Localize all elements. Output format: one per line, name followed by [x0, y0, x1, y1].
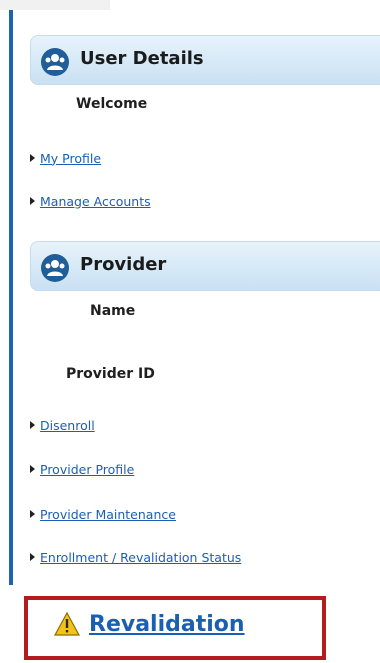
user-details-header: User Details	[30, 35, 380, 85]
provider-maintenance-link[interactable]: Provider Maintenance	[30, 505, 176, 523]
name-label: Name	[90, 303, 136, 319]
provider-id-label: Provider ID	[66, 366, 155, 382]
users-group-icon	[41, 254, 69, 282]
chevron-right-icon	[30, 421, 35, 429]
top-strip	[0, 0, 110, 10]
chevron-right-icon	[30, 197, 35, 205]
user-details-title: User Details	[80, 48, 204, 69]
welcome-label: Welcome	[76, 96, 148, 112]
provider-header: Provider	[30, 241, 380, 291]
chevron-right-icon	[30, 465, 35, 473]
chevron-right-icon	[30, 154, 35, 162]
revalidation-link[interactable]: Revalidation	[89, 612, 245, 637]
revalidation-highlight-box: Revalidation	[24, 596, 326, 660]
warning-triangle-icon	[54, 612, 80, 636]
left-accent-bar	[9, 10, 13, 585]
disenroll-link-text[interactable]: Disenroll	[40, 418, 95, 433]
enrollment-revalidation-status-link-text[interactable]: Enrollment / Revalidation Status	[40, 550, 241, 565]
manage-accounts-link[interactable]: Manage Accounts	[30, 192, 151, 210]
provider-maintenance-link-text[interactable]: Provider Maintenance	[40, 507, 176, 522]
manage-accounts-link-text[interactable]: Manage Accounts	[40, 194, 151, 209]
chevron-right-icon	[30, 510, 35, 518]
provider-profile-link-text[interactable]: Provider Profile	[40, 462, 134, 477]
my-profile-link-text[interactable]: My Profile	[40, 151, 101, 166]
enrollment-revalidation-status-link[interactable]: Enrollment / Revalidation Status	[30, 548, 241, 566]
chevron-right-icon	[30, 553, 35, 561]
my-profile-link[interactable]: My Profile	[30, 149, 101, 167]
users-group-icon	[41, 48, 69, 76]
disenroll-link[interactable]: Disenroll	[30, 416, 95, 434]
provider-title: Provider	[80, 254, 167, 275]
provider-profile-link[interactable]: Provider Profile	[30, 460, 134, 478]
